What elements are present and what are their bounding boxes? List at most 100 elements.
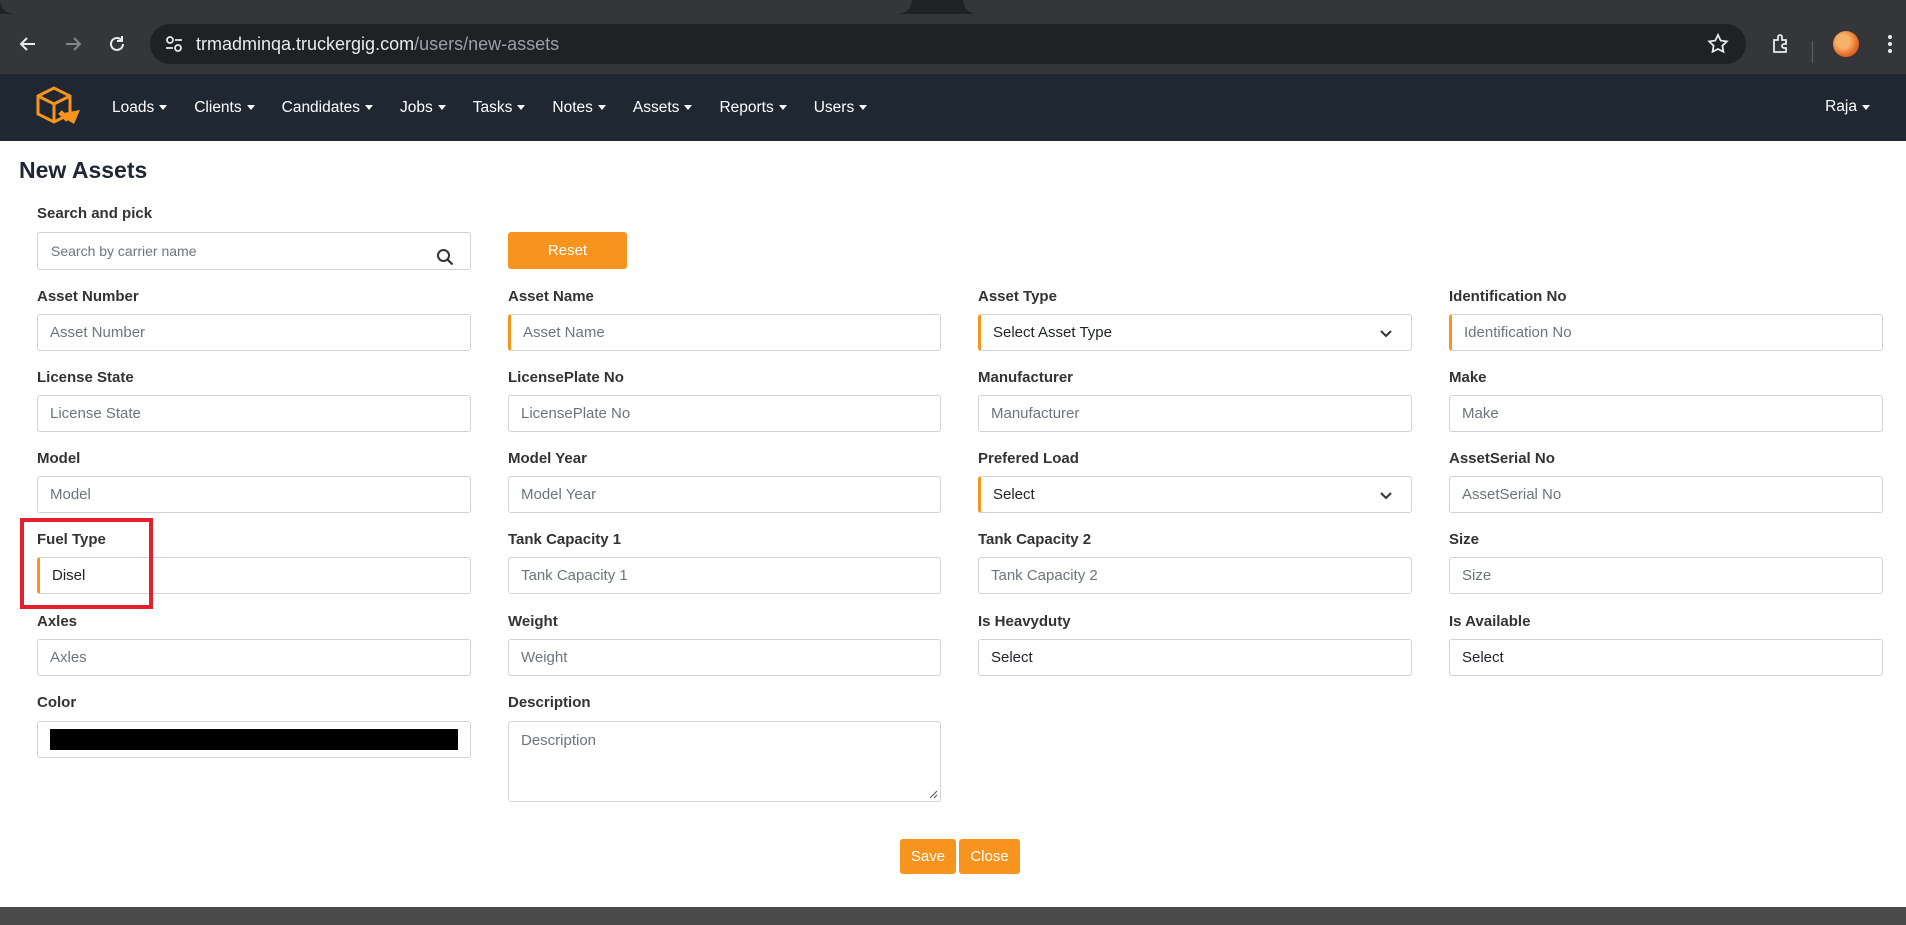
menu-label: Candidates (281, 98, 361, 116)
bookmark-star-icon[interactable] (1706, 32, 1730, 56)
asset-type-value: Select Asset Type (993, 324, 1112, 341)
search-placeholder: Search by carrier name (51, 243, 197, 259)
is-available-label: Is Available (1449, 613, 1531, 630)
browser-tab-strip (0, 0, 1906, 14)
tank-capacity-1-label: Tank Capacity 1 (508, 531, 622, 548)
menu-label: Users (813, 98, 855, 116)
caret-down-icon (778, 105, 787, 110)
reload-icon[interactable] (101, 28, 133, 60)
model-year-label: Model Year (508, 450, 587, 467)
address-bar[interactable]: trmadminqa.truckergig.com/users/new-asse… (150, 24, 1746, 64)
toolbar-separator (1812, 41, 1813, 63)
size-label: Size (1449, 531, 1480, 548)
menu-clients[interactable]: Clients (194, 98, 255, 117)
site-settings-icon[interactable] (162, 32, 186, 56)
color-picker-input[interactable] (37, 721, 471, 758)
caret-down-icon (365, 105, 374, 110)
extensions-icon[interactable] (1765, 28, 1797, 60)
caret-down-icon (684, 105, 693, 110)
caret-down-icon (597, 105, 606, 110)
prefered-load-value: Select (993, 486, 1035, 503)
caret-down-icon (859, 105, 868, 110)
user-menu[interactable]: Raja (1825, 98, 1870, 116)
model-input[interactable]: Model (37, 476, 471, 513)
license-state-label: License State (37, 369, 134, 386)
search-label: Search and pick (37, 205, 153, 222)
menu-label: Clients (194, 98, 242, 116)
menu-users[interactable]: Users (813, 98, 868, 117)
menu-candidates[interactable]: Candidates (281, 98, 374, 117)
caret-down-icon (437, 105, 446, 110)
browser-toolbar: trmadminqa.truckergig.com/users/new-asse… (0, 14, 1906, 74)
description-label: Description (508, 694, 591, 711)
axles-input[interactable]: Axles (37, 639, 471, 676)
make-input[interactable]: Make (1449, 395, 1883, 432)
identification-no-label: Identification No (1449, 288, 1567, 305)
menu-tasks[interactable]: Tasks (473, 99, 526, 117)
menu-label: Loads (112, 98, 155, 116)
carrier-search-input[interactable]: Search by carrier name (37, 232, 471, 270)
asset-number-label: Asset Number (37, 288, 139, 305)
back-icon[interactable] (12, 28, 44, 60)
model-year-input[interactable]: Model Year (508, 476, 941, 513)
weight-input[interactable]: Weight (508, 639, 941, 676)
licenseplate-no-input[interactable]: LicensePlate No (508, 395, 941, 432)
identification-no-input[interactable]: Identification No (1449, 314, 1883, 351)
asset-type-label: Asset Type (978, 288, 1057, 305)
asset-name-input[interactable]: Asset Name (508, 314, 941, 351)
manufacturer-input[interactable]: Manufacturer (978, 395, 1412, 432)
truckergig-logo-icon[interactable] (34, 84, 82, 130)
prefered-load-select[interactable]: Select (978, 476, 1412, 513)
menu-label: Assets (632, 98, 680, 116)
make-label: Make (1449, 369, 1487, 386)
description-textarea[interactable]: Description (508, 721, 941, 802)
chevron-down-icon (1380, 330, 1392, 338)
forward-icon[interactable] (57, 28, 89, 60)
assetserial-no-label: AssetSerial No (1449, 450, 1555, 467)
chevron-down-icon (1380, 492, 1392, 500)
caret-down-icon (159, 105, 168, 110)
menu-assets[interactable]: Assets (633, 99, 693, 117)
close-button[interactable]: Close (959, 839, 1020, 874)
menu-label: Tasks (472, 98, 513, 116)
search-icon[interactable] (436, 243, 454, 266)
tank-capacity-1-input[interactable]: Tank Capacity 1 (508, 557, 941, 594)
menu-label: Jobs (400, 98, 433, 116)
user-name: Raja (1825, 98, 1857, 115)
tank-capacity-2-input[interactable]: Tank Capacity 2 (978, 557, 1412, 594)
menu-reports[interactable]: Reports (719, 98, 787, 117)
browser-tab[interactable] (0, 0, 912, 14)
menu-jobs[interactable]: Jobs (400, 99, 446, 117)
weight-label: Weight (508, 613, 558, 630)
caret-down-icon (1862, 104, 1870, 110)
caret-down-icon (246, 105, 255, 110)
menu-label: Reports (719, 98, 774, 116)
app-navbar: Loads Clients Candidates Jobs Tasks Note… (0, 74, 1906, 141)
resize-grip-icon[interactable] (928, 789, 938, 799)
save-button[interactable]: Save (900, 839, 956, 874)
assetserial-no-input[interactable]: AssetSerial No (1449, 476, 1883, 513)
asset-name-label: Asset Name (508, 288, 594, 305)
prefered-load-label: Prefered Load (978, 450, 1079, 467)
caret-down-icon (517, 105, 526, 110)
asset-type-select[interactable]: Select Asset Type (978, 314, 1412, 351)
page-title: New Assets (19, 157, 148, 183)
page-footer (0, 907, 1906, 925)
browser-menu-icon[interactable] (1878, 28, 1902, 60)
license-state-input[interactable]: License State (37, 395, 471, 432)
is-available-select[interactable]: Select (1449, 639, 1883, 676)
is-heavyduty-select[interactable]: Select (978, 639, 1412, 676)
asset-number-input[interactable]: Asset Number (37, 314, 471, 351)
axles-label: Axles (37, 613, 78, 630)
reset-button[interactable]: Reset (508, 232, 627, 269)
size-input[interactable]: Size (1449, 557, 1883, 594)
description-placeholder: Description (521, 732, 597, 749)
url-text: trmadminqa.truckergig.com/users/new-asse… (196, 34, 559, 55)
main-menu: Loads Clients Candidates Jobs Tasks Note… (112, 74, 894, 141)
menu-loads[interactable]: Loads (112, 98, 168, 117)
browser-tab[interactable] (963, 0, 1906, 14)
manufacturer-label: Manufacturer (978, 369, 1074, 386)
menu-notes[interactable]: Notes (552, 99, 606, 117)
profile-avatar[interactable] (1830, 28, 1862, 60)
color-swatch (50, 729, 458, 750)
